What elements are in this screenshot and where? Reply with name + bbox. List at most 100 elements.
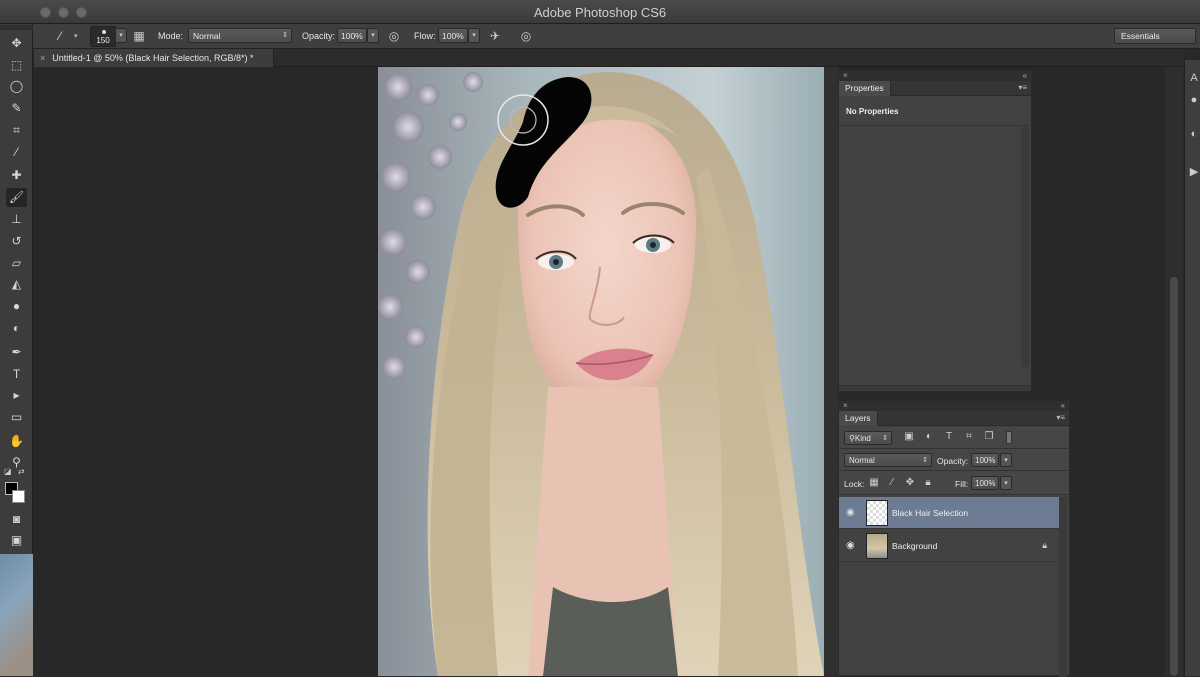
layers-panel-header[interactable]: × « xyxy=(839,401,1069,411)
pressure-size-icon[interactable]: ◎ xyxy=(518,28,534,44)
rectangle-icon[interactable]: ▭ xyxy=(6,408,27,427)
layers-panel: × « Layers ▾≡ ⚲Kind ⇕ ▣ ◐ T ⌗ ❐ Normal ⇕… xyxy=(838,400,1070,677)
layer-name[interactable]: Black Hair Selection xyxy=(892,508,968,518)
layer-thumbnail xyxy=(866,533,888,559)
close-panel-icon[interactable]: × xyxy=(843,71,848,80)
flow-label: Flow: xyxy=(414,31,436,41)
quick-selection-icon[interactable]: ✎ xyxy=(6,99,27,118)
panel-menu-icon[interactable]: ▾≡ xyxy=(1056,413,1065,422)
lock-label: Lock: xyxy=(844,479,865,489)
brush-size-picker[interactable]: 150 xyxy=(90,26,116,47)
blend-mode-select[interactable]: Normal ⇕ xyxy=(844,453,932,467)
eraser-icon[interactable]: ▱ xyxy=(6,254,27,273)
workspace-switcher[interactable]: Essentials xyxy=(1114,28,1196,44)
swap-colors-icon[interactable]: ⇄ xyxy=(18,467,25,476)
eyedropper-icon[interactable]: ⁄ xyxy=(6,143,27,162)
brush-tool-preset-icon[interactable]: ⁄ xyxy=(52,28,68,44)
brush-size-dropdown[interactable]: ▾ xyxy=(115,28,127,43)
chevron-updown-icon: ⇕ xyxy=(282,32,288,39)
document-tab-bar: × Untitled-1 @ 50% (Black Hair Selection,… xyxy=(34,49,1184,67)
layer-row-black-hair-selection[interactable]: ◉ Black Hair Selection xyxy=(839,497,1059,529)
marquee-icon[interactable]: ⬚ xyxy=(6,56,27,75)
properties-panel-header[interactable]: × « xyxy=(839,71,1031,81)
app-title: Adobe Photoshop CS6 xyxy=(533,5,667,20)
filter-kind-select[interactable]: ⚲Kind ⇕ xyxy=(844,431,892,445)
collapsed-panel-dock xyxy=(1184,60,1200,676)
close-panel-icon[interactable]: × xyxy=(843,401,848,410)
history-brush-icon[interactable]: ↺ xyxy=(6,232,27,251)
mode-select[interactable]: Normal ⇕ xyxy=(188,28,292,43)
background-color-swatch[interactable] xyxy=(12,490,25,503)
filter-smart-object-icon[interactable]: ❐ xyxy=(983,431,995,442)
healing-brush-icon[interactable]: ✚ xyxy=(6,166,27,185)
fill-field[interactable]: 100% xyxy=(971,476,999,490)
lasso-icon[interactable]: ◯ xyxy=(6,77,27,96)
screen-mode-icon[interactable]: ▣ xyxy=(6,531,27,550)
brush-panel-toggle-icon[interactable]: ▦ xyxy=(131,28,147,44)
layers-filter-row: ⚲Kind ⇕ ▣ ◐ T ⌗ ❐ xyxy=(839,427,1069,449)
hand-icon[interactable]: ✋ xyxy=(6,432,27,451)
properties-resize-handle[interactable] xyxy=(839,385,1031,391)
fill-label: Fill: xyxy=(955,479,969,489)
crop-icon[interactable]: ⌗ xyxy=(6,121,27,140)
preset-dropdown-arrow-icon[interactable]: ▾ xyxy=(74,32,78,40)
document-canvas[interactable] xyxy=(378,67,824,676)
filter-toggle-switch[interactable] xyxy=(1006,431,1012,444)
eye-icon[interactable]: ◉ xyxy=(846,507,855,518)
paint-bucket-icon[interactable]: ◭ xyxy=(6,275,27,294)
filter-type-icon[interactable]: T xyxy=(943,431,955,442)
layer-opacity-dropdown[interactable]: ▾ xyxy=(1000,453,1012,467)
flow-dropdown[interactable]: ▾ xyxy=(468,28,480,43)
pen-icon[interactable]: ✒ xyxy=(6,343,27,362)
layers-blend-row: Normal ⇕ Opacity: 100% ▾ xyxy=(839,449,1069,471)
tab-properties[interactable]: Properties xyxy=(839,81,891,96)
quick-mask-icon[interactable]: ◙ xyxy=(6,510,27,529)
properties-scrollbar[interactable] xyxy=(1021,127,1029,367)
panel-menu-icon[interactable]: ▾≡ xyxy=(1018,83,1027,92)
character-panel-icon[interactable]: A xyxy=(1188,72,1200,84)
layer-name[interactable]: Background xyxy=(892,541,937,551)
document-tab[interactable]: × Untitled-1 @ 50% (Black Hair Selection,… xyxy=(34,49,274,67)
filter-kind-value: Kind xyxy=(854,434,871,443)
lock-image-icon[interactable]: ⁄ xyxy=(886,477,898,488)
lock-transparent-icon[interactable]: ▦ xyxy=(868,477,880,488)
tab-layers[interactable]: Layers xyxy=(839,411,878,426)
layer-opacity-field[interactable]: 100% xyxy=(971,453,999,467)
opacity-dropdown[interactable]: ▾ xyxy=(367,28,379,43)
airbrush-icon[interactable]: ✈ xyxy=(487,28,503,44)
chevron-updown-icon: ⇕ xyxy=(882,435,888,442)
flow-field[interactable]: 100% xyxy=(438,28,468,43)
type-icon[interactable]: T xyxy=(6,365,27,384)
right-scrollbar-thumb[interactable] xyxy=(1170,277,1178,676)
dodge-icon[interactable]: ◐ xyxy=(6,319,27,338)
filter-adjustment-icon[interactable]: ◐ xyxy=(923,431,935,442)
pressure-opacity-icon[interactable]: ◎ xyxy=(386,28,402,44)
collapse-panel-icon[interactable]: « xyxy=(1061,401,1065,410)
opacity-field[interactable]: 100% xyxy=(337,28,367,43)
layers-scrollbar[interactable] xyxy=(1059,497,1067,677)
brush-icon[interactable]: 🖌 xyxy=(6,188,27,207)
layer-row-background[interactable]: ◉ Background 🔒︎ xyxy=(839,530,1059,562)
collapse-panel-icon[interactable]: « xyxy=(1023,71,1027,80)
tools-panel-header[interactable] xyxy=(0,25,33,30)
actions-panel-icon[interactable]: ▶ xyxy=(1188,165,1200,178)
default-colors-icon[interactable]: ◪ xyxy=(4,467,12,476)
fill-dropdown[interactable]: ▾ xyxy=(1000,476,1012,490)
blur-icon[interactable]: ● xyxy=(6,297,27,316)
history-panel-icon[interactable]: ◐ xyxy=(1188,128,1200,140)
move-icon[interactable]: ✥ xyxy=(6,34,27,53)
lock-all-icon[interactable]: 🔒︎ xyxy=(922,477,934,488)
document-tab-title: Untitled-1 @ 50% (Black Hair Selection, … xyxy=(52,53,254,63)
clone-stamp-icon[interactable]: ⊥ xyxy=(6,210,27,229)
paragraph-panel-icon[interactable]: ● xyxy=(1188,94,1200,106)
blend-mode-value: Normal xyxy=(849,456,875,465)
lock-icon: 🔒︎ xyxy=(1042,540,1047,550)
eye-icon[interactable]: ◉ xyxy=(846,540,855,551)
filter-shape-icon[interactable]: ⌗ xyxy=(963,431,975,442)
lock-position-icon[interactable]: ✥ xyxy=(904,477,916,488)
close-tab-icon[interactable]: × xyxy=(40,53,45,63)
filter-pixel-icon[interactable]: ▣ xyxy=(903,431,915,442)
path-selection-icon[interactable]: ▸ xyxy=(6,386,27,405)
no-properties-text: No Properties xyxy=(846,107,899,116)
panel-dock-gutter xyxy=(824,67,838,676)
